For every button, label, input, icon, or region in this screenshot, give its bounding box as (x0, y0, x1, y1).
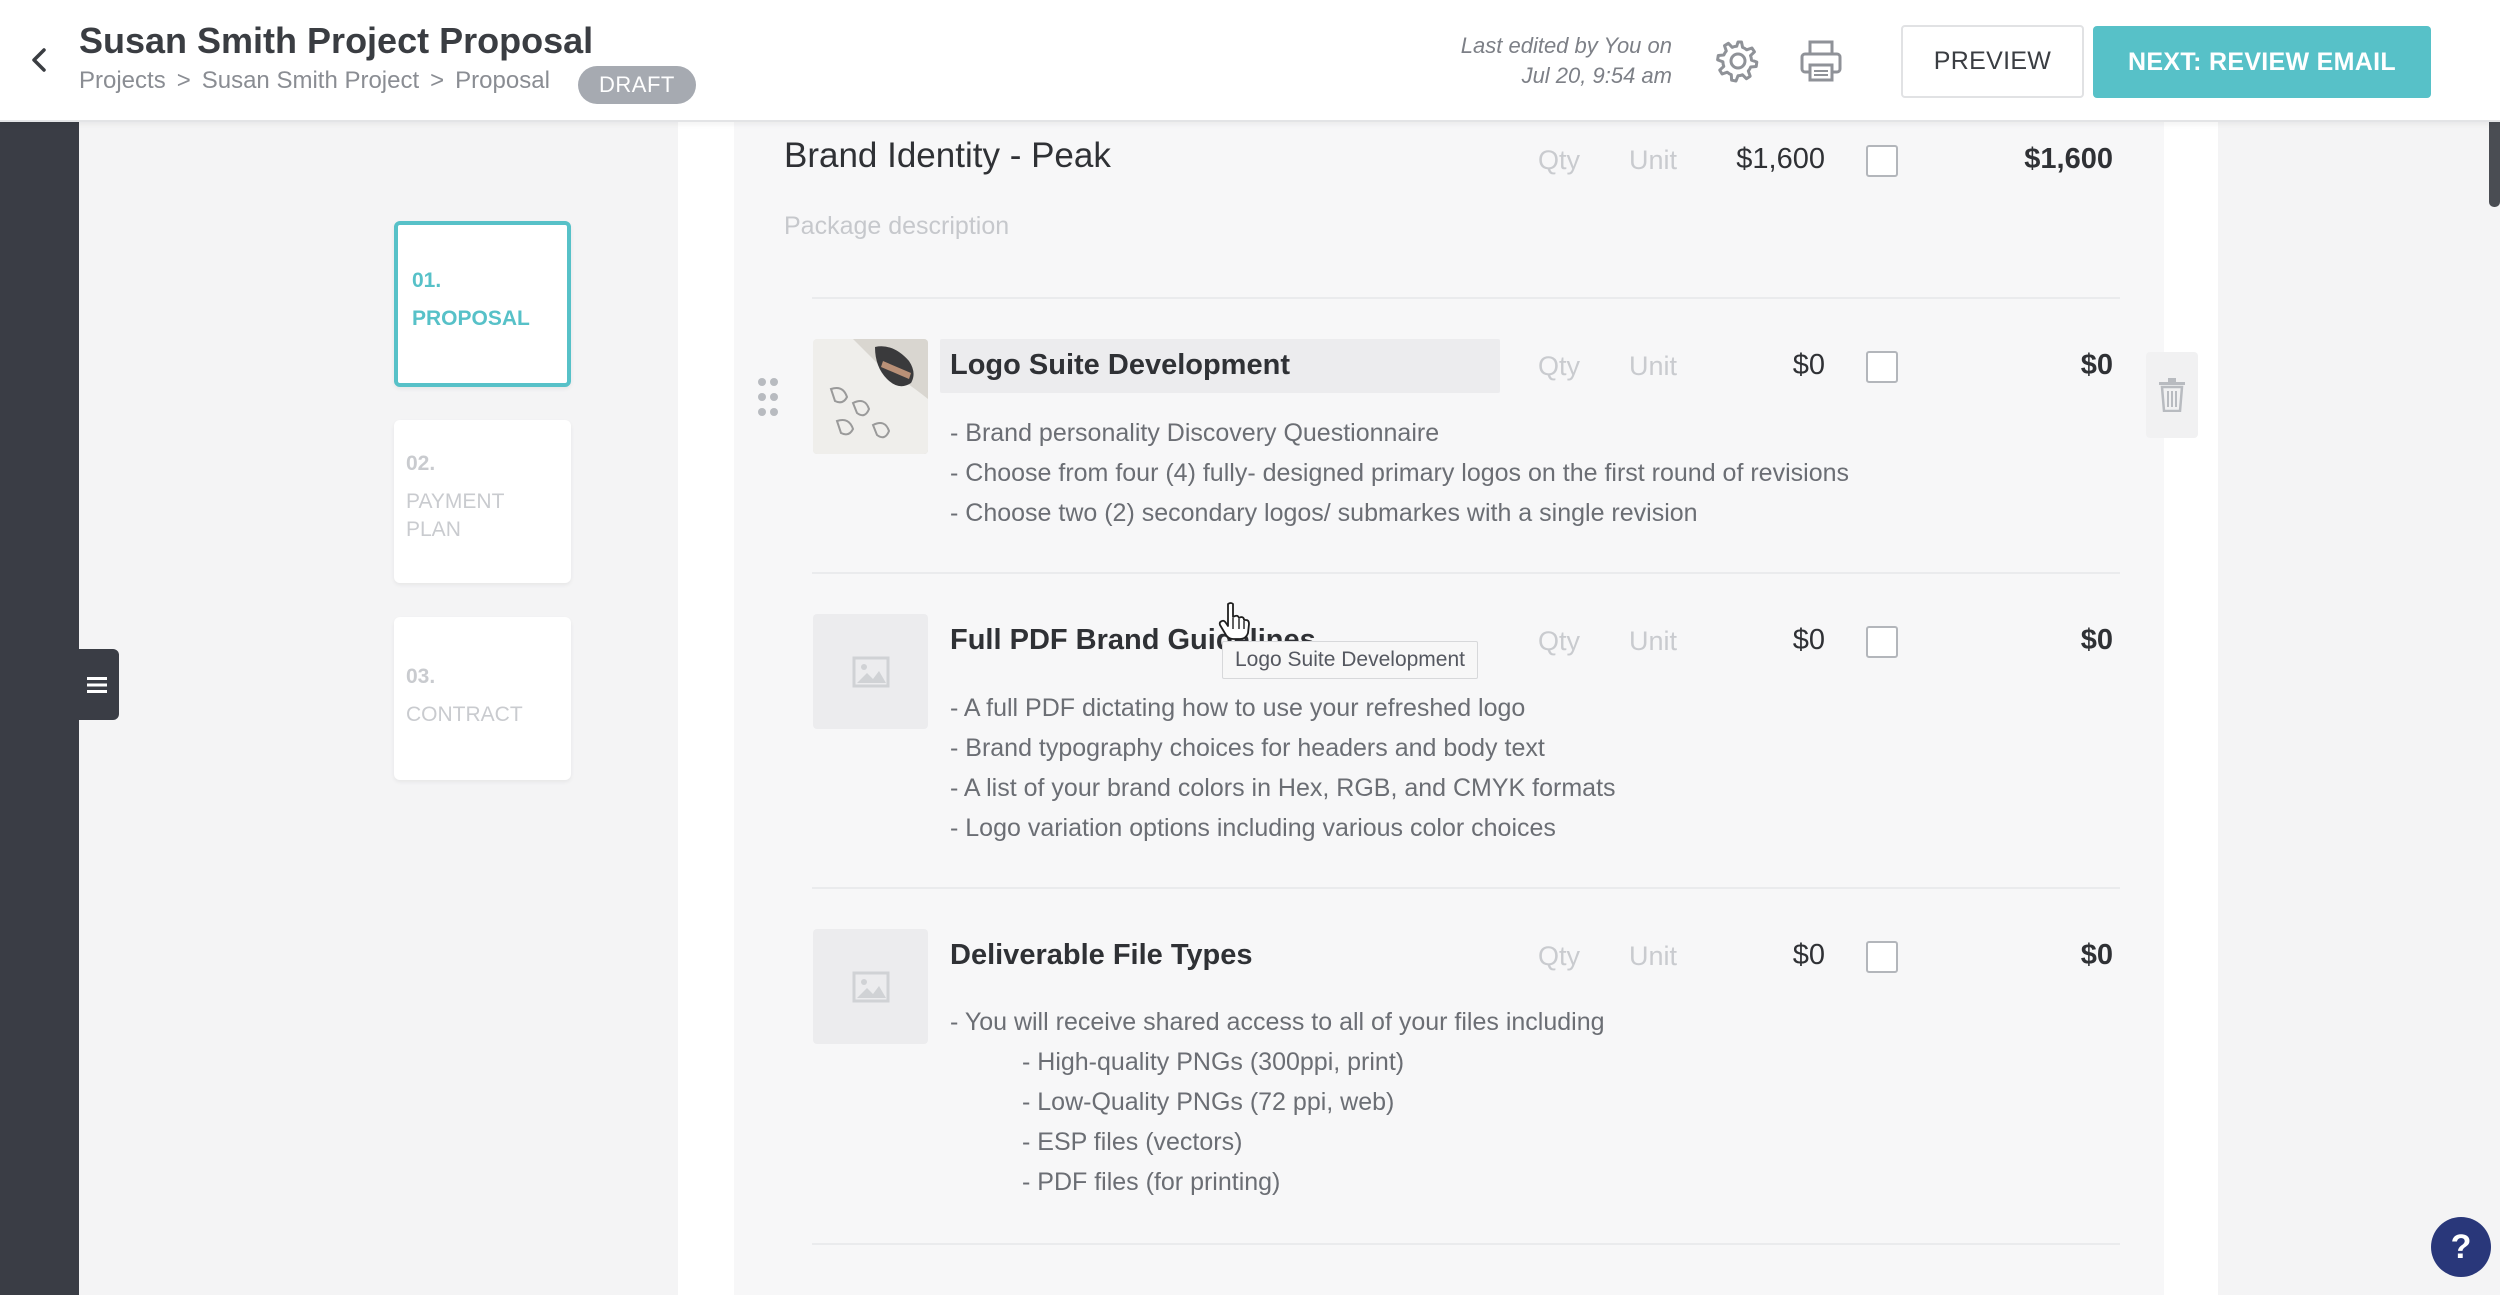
back-chevron-icon[interactable] (22, 42, 58, 78)
description-line: - A full PDF dictating how to use your r… (950, 694, 1526, 722)
tooltip: Logo Suite Development (1222, 641, 1478, 679)
divider (812, 1243, 2120, 1245)
last-edited-line2: Jul 20, 9:54 am (1521, 63, 1672, 88)
drag-handle-icon[interactable] (756, 376, 780, 418)
item-unit-field[interactable]: Unit (1629, 351, 1677, 382)
help-button[interactable]: ? (2431, 1217, 2491, 1277)
step-label: PROPOSAL (412, 307, 530, 330)
breadcrumb-project[interactable]: Susan Smith Project (202, 67, 419, 95)
item-unit-field[interactable]: Unit (1629, 626, 1677, 657)
last-edited-line1: Last edited by You on (1460, 33, 1672, 58)
package-qty-field[interactable]: Qty (1538, 145, 1580, 176)
breadcrumb: Projects > Susan Smith Project > Proposa… (79, 67, 550, 95)
print-icon[interactable] (1797, 37, 1845, 85)
step-number: 02. (406, 452, 436, 475)
description-line: - You will receive shared access to all … (950, 1008, 1605, 1036)
next-review-email-button[interactable]: NEXT: REVIEW EMAIL (2093, 26, 2431, 98)
page-title: Susan Smith Project Proposal (79, 20, 594, 61)
item-description[interactable]: - A full PDF dictating how to use your r… (950, 688, 1616, 848)
description-line: - ESP files (vectors) (1022, 1128, 1243, 1156)
item-total: $0 (2080, 939, 2113, 971)
preview-button[interactable]: PREVIEW (1901, 25, 2084, 98)
description-line: - Brand personality Discovery Questionna… (950, 419, 1440, 447)
item-unit-field[interactable]: Unit (1629, 941, 1677, 972)
description-line: - Brand typography choices for headers a… (950, 734, 1545, 762)
item-taxable-checkbox[interactable] (1866, 941, 1898, 973)
trash-icon[interactable] (2146, 352, 2198, 438)
step-payment-plan[interactable]: 02. PAYMENT PLAN (394, 420, 571, 583)
divider (812, 297, 2120, 299)
image-placeholder-icon (852, 656, 889, 687)
description-line: - Choose two (2) secondary logos/ submar… (950, 499, 1698, 527)
top-header: Susan Smith Project Proposal Projects > … (0, 0, 2500, 122)
item-rate[interactable]: $0 (1685, 939, 1825, 972)
item-description[interactable]: - You will receive shared access to all … (950, 1002, 1605, 1202)
step-proposal[interactable]: 01. PROPOSAL (394, 221, 571, 387)
package-unit-field[interactable]: Unit (1629, 145, 1677, 176)
package-total: $1,600 (2024, 143, 2113, 175)
breadcrumb-proposal: Proposal (455, 67, 550, 94)
item-rate[interactable]: $0 (1685, 624, 1825, 657)
status-badge: DRAFT (578, 66, 696, 104)
item-thumbnail-placeholder[interactable] (813, 929, 928, 1044)
item-thumbnail-image[interactable] (813, 339, 928, 454)
description-line: - High-quality PNGs (300ppi, print) (1022, 1048, 1405, 1076)
description-line: - Low-Quality PNGs (72 ppi, web) (1022, 1088, 1395, 1116)
divider (812, 887, 2120, 889)
package-title[interactable]: Brand Identity - Peak (784, 136, 1111, 176)
item-description[interactable]: - Brand personality Discovery Questionna… (950, 413, 1849, 533)
breadcrumb-projects[interactable]: Projects (79, 67, 166, 95)
item-qty-field[interactable]: Qty (1538, 626, 1580, 657)
package-description-field[interactable]: Package description (784, 212, 1009, 241)
item-qty-field[interactable]: Qty (1538, 351, 1580, 382)
step-label: CONTRACT (406, 703, 523, 726)
item-qty-field[interactable]: Qty (1538, 941, 1580, 972)
package-taxable-checkbox[interactable] (1866, 145, 1898, 177)
image-placeholder-icon (852, 971, 889, 1002)
item-title[interactable]: Logo Suite Development (950, 349, 1290, 382)
package-rate[interactable]: $1,600 (1685, 143, 1825, 176)
item-title[interactable]: Deliverable File Types (950, 939, 1253, 972)
step-label: PAYMENT PLAN (406, 490, 505, 541)
last-edited-info: Last edited by You on Jul 20, 9:54 am (1461, 31, 1672, 91)
item-rate[interactable]: $0 (1685, 349, 1825, 382)
menu-toggle-icon[interactable] (75, 649, 119, 720)
step-number: 01. (412, 269, 442, 292)
item-taxable-checkbox[interactable] (1866, 626, 1898, 658)
description-line: - A list of your brand colors in Hex, RG… (950, 774, 1616, 802)
gear-icon[interactable] (1714, 37, 1762, 85)
step-contract[interactable]: 03. CONTRACT (394, 617, 571, 780)
breadcrumb-separator: > (176, 67, 191, 94)
step-number: 03. (406, 665, 436, 688)
description-line: - Choose from four (4) fully- designed p… (950, 459, 1849, 487)
breadcrumb-separator: > (430, 67, 445, 94)
hand-cursor-icon (1218, 601, 1250, 641)
divider (812, 572, 2120, 574)
item-taxable-checkbox[interactable] (1866, 351, 1898, 383)
item-total: $0 (2080, 624, 2113, 656)
item-total: $0 (2080, 349, 2113, 381)
left-rail (0, 122, 79, 1295)
description-line: - PDF files (for printing) (1022, 1168, 1281, 1196)
description-line: - Logo variation options including vario… (950, 814, 1556, 842)
item-thumbnail-placeholder[interactable] (813, 614, 928, 729)
